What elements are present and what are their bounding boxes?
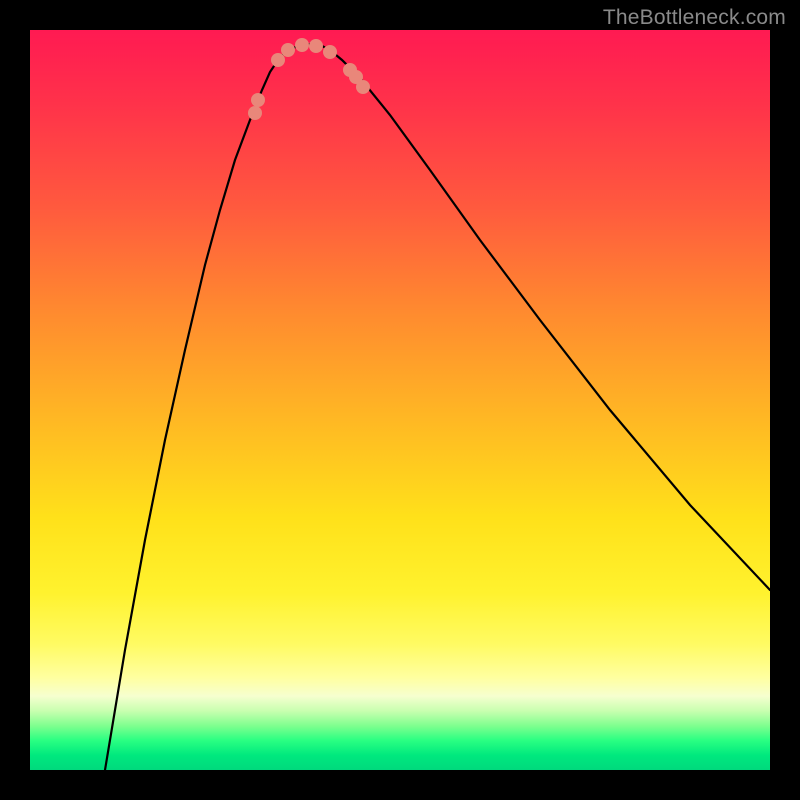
plot-area xyxy=(30,30,770,770)
watermark-text: TheBottleneck.com xyxy=(603,6,786,30)
chart-svg xyxy=(30,30,770,770)
data-point-marker xyxy=(251,93,265,107)
data-point-marker xyxy=(281,43,295,57)
chart-frame: TheBottleneck.com xyxy=(0,0,800,800)
data-point-marker xyxy=(356,80,370,94)
data-point-marker xyxy=(271,53,285,67)
data-point-marker xyxy=(295,38,309,52)
data-point-marker xyxy=(248,106,262,120)
data-point-marker xyxy=(309,39,323,53)
data-point-marker xyxy=(323,45,337,59)
bottleneck-curve xyxy=(105,44,770,770)
